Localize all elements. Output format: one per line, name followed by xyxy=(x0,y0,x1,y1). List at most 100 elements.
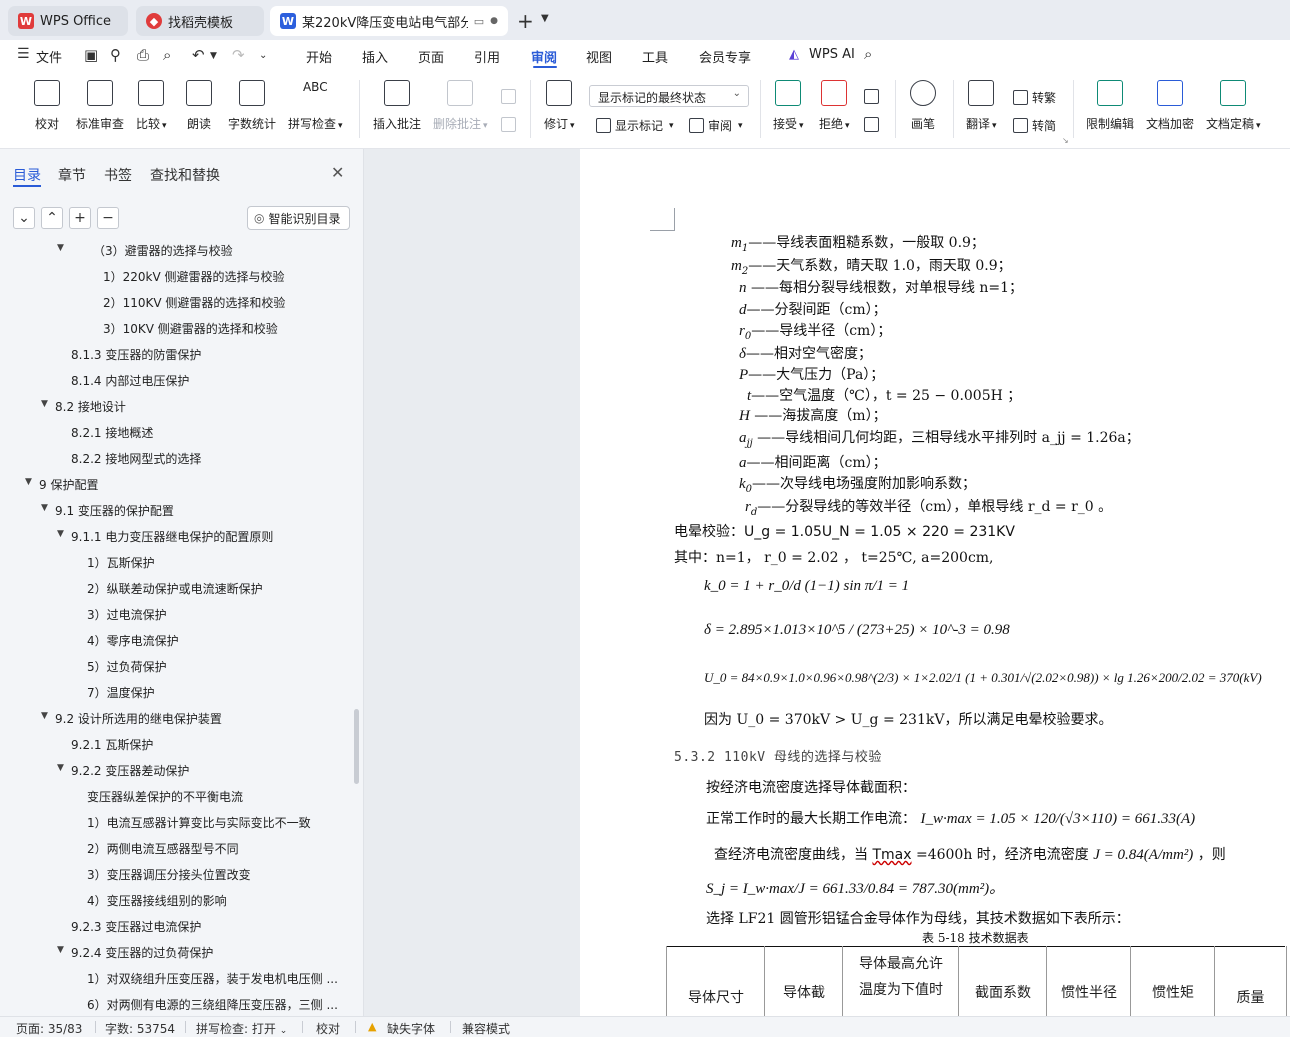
toc-item[interactable]: 1）220kV 侧避雷器的选择与校验 xyxy=(0,265,350,285)
toc-item[interactable]: 2）110KV 侧避雷器的选择和校验 xyxy=(0,291,350,311)
toc-item[interactable]: 8.1.4 内部过电压保护 xyxy=(0,369,350,389)
read-aloud-button[interactable]: 朗读 xyxy=(186,80,212,132)
word-count-button[interactable]: 字数统计 xyxy=(228,80,276,132)
tab-chapters[interactable]: 章节 xyxy=(58,165,86,185)
spellcheck-indicator[interactable]: 拼写检查: 打开 ⌄ xyxy=(196,1020,287,1037)
toc-item[interactable]: 7）温度保护 xyxy=(0,681,350,701)
next-change-button[interactable] xyxy=(864,117,879,132)
compare-button[interactable]: 比较 ▾ xyxy=(136,80,167,132)
expand-arrow-icon[interactable]: ▼ xyxy=(25,477,32,487)
print-icon[interactable]: ⎙ xyxy=(137,46,149,64)
accept-button[interactable]: 接受 ▾ xyxy=(773,80,804,132)
page-indicator[interactable]: 页面: 35/83 xyxy=(16,1020,82,1037)
share-icon[interactable]: ⚲ xyxy=(110,46,121,64)
undo-chevron-icon[interactable]: ▼ xyxy=(210,51,217,61)
search-icon[interactable]: ⌕ xyxy=(864,45,872,63)
expand-arrow-icon[interactable]: ▼ xyxy=(57,243,64,253)
to-simplified-button[interactable]: 转简 xyxy=(1013,117,1056,134)
tab-current-document[interactable]: W 某220kV降压变电站电气部分 ▭ ● xyxy=(270,6,508,36)
toc-item[interactable]: ▼ 9 保护配置 xyxy=(0,473,350,493)
expand-arrow-icon[interactable]: ▼ xyxy=(41,711,48,721)
table-header-cell[interactable]: 惯性半径 xyxy=(1046,946,1131,1016)
table-header-cell[interactable]: 导体最高允许 温度为下值时 xyxy=(842,946,959,1016)
expand-arrow-icon[interactable]: ▼ xyxy=(57,945,64,955)
menu-tools[interactable]: 工具 xyxy=(642,47,668,66)
insert-comment-button[interactable]: 插入批注 xyxy=(373,80,421,132)
table-header-cell[interactable]: 导体尺寸 xyxy=(666,946,765,1016)
add-heading-plus-icon[interactable]: + xyxy=(69,207,91,229)
table-header-cell[interactable]: 导体截 xyxy=(764,946,843,1016)
toc-item[interactable]: 8.2.1 接地概述 xyxy=(0,421,350,441)
reject-button[interactable]: 拒绝 ▾ xyxy=(819,80,850,132)
dialog-launcher-icon[interactable]: ↘ xyxy=(1062,136,1069,145)
unsaved-dot-icon[interactable]: ● xyxy=(490,16,498,26)
menu-member[interactable]: 会员专享 xyxy=(699,47,751,66)
toc-item[interactable]: 1）瓦斯保护 xyxy=(0,551,350,571)
save-icon[interactable]: ▣ xyxy=(84,46,98,64)
toc-item[interactable]: 3）变压器调压分接头位置改变 xyxy=(0,863,350,883)
show-markup-button[interactable]: 显示标记 ▾ xyxy=(596,117,674,134)
toc-item[interactable]: 1）对双绕组升压变压器，装于发电机电压侧 ... xyxy=(0,967,350,987)
toc-scrollbar[interactable] xyxy=(354,709,359,784)
menu-start[interactable]: 开始 xyxy=(306,47,332,66)
toc-item[interactable]: 4）零序电流保护 xyxy=(0,629,350,649)
menu-file[interactable]: 文件 xyxy=(36,47,62,66)
toc-item[interactable]: 3）过电流保护 xyxy=(0,603,350,623)
toc-item[interactable]: 变压器纵差保护的不平衡电流 xyxy=(0,785,350,805)
review-pane-button[interactable]: 审阅 ▾ xyxy=(689,117,743,134)
word-count-indicator[interactable]: 字数: 53754 xyxy=(105,1020,175,1037)
toc-item[interactable]: ▼ 9.1.1 电力变压器继电保护的配置原则 xyxy=(0,525,350,545)
encrypt-button[interactable]: 文档加密 xyxy=(1146,80,1194,132)
menu-wps-ai[interactable]: WPS AI xyxy=(809,47,855,62)
next-comment-button[interactable] xyxy=(501,117,516,132)
tab-docer-templates[interactable]: ◆ 找稻壳模板 xyxy=(136,6,264,36)
expand-arrow-icon[interactable]: ▼ xyxy=(57,763,64,773)
finalize-button[interactable]: 文档定稿 ▾ xyxy=(1206,80,1261,132)
tab-find-replace[interactable]: 查找和替换 xyxy=(150,165,220,185)
toc-item[interactable]: 8.1.3 变压器的防雷保护 xyxy=(0,343,350,363)
tab-list-chevron-icon[interactable]: ▼ xyxy=(541,13,549,24)
table-header-cell[interactable]: 截面系数 xyxy=(958,946,1047,1016)
toc-item[interactable]: 8.2.2 接地网型式的选择 xyxy=(0,447,350,467)
tab-toc[interactable]: 目录 xyxy=(13,165,41,185)
redo-icon[interactable]: ↷ xyxy=(232,46,245,64)
track-changes-button[interactable]: 修订 ▾ xyxy=(544,80,575,132)
tab-wps-office[interactable]: W WPS Office xyxy=(8,6,128,36)
tmax-misspelled-word[interactable]: Tmax xyxy=(872,847,911,863)
toc-item[interactable]: ▼ 9.2 设计所选用的继电保护装置 xyxy=(0,707,350,727)
menu-view[interactable]: 视图 xyxy=(586,47,612,66)
missing-font-indicator[interactable]: 缺失字体 xyxy=(387,1020,435,1037)
menu-page[interactable]: 页面 xyxy=(418,47,444,66)
expand-arrow-icon[interactable]: ▼ xyxy=(57,529,64,539)
standard-review-button[interactable]: 标准审查 xyxy=(76,80,124,132)
toc-item[interactable]: 2）两侧电流互感器型号不同 xyxy=(0,837,350,857)
hamburger-icon[interactable]: ☰ xyxy=(17,46,30,62)
menu-review[interactable]: 审阅 xyxy=(531,47,557,66)
proofread-button[interactable]: 校对 xyxy=(34,80,60,132)
toc-item[interactable]: ▼ 9.2.4 变压器的过负荷保护 xyxy=(0,941,350,961)
restrict-edit-button[interactable]: 限制编辑 xyxy=(1086,80,1134,132)
compat-mode-indicator[interactable]: 兼容模式 xyxy=(462,1020,510,1037)
toc-item[interactable]: 4）变压器接线组别的影响 xyxy=(0,889,350,909)
toc-item[interactable]: 9.2.1 瓦斯保护 xyxy=(0,733,350,753)
print-preview-icon[interactable]: ⌕ xyxy=(163,46,171,64)
to-traditional-button[interactable]: 转繁 xyxy=(1013,89,1056,106)
toc-item[interactable]: 2）纵联差动保护或电流速断保护 xyxy=(0,577,350,597)
monitor-icon[interactable]: ▭ xyxy=(474,15,484,28)
toc-item[interactable]: 3）10KV 侧避雷器的选择和校验 xyxy=(0,317,350,337)
toc-item[interactable]: 6）对两侧有电源的三绕组降压变压器，三侧 ... xyxy=(0,993,350,1013)
toc-item[interactable]: ▼ 9.2.2 变压器差动保护 xyxy=(0,759,350,779)
tab-bookmarks[interactable]: 书签 xyxy=(104,165,132,185)
menu-insert[interactable]: 插入 xyxy=(362,47,388,66)
table-header-cell[interactable]: 质量 xyxy=(1214,946,1287,1016)
remove-heading-minus-icon[interactable]: − xyxy=(97,207,119,229)
toc-item[interactable]: 9.2.3 变压器过电流保护 xyxy=(0,915,350,935)
smart-toc-button[interactable]: ◎ 智能识别目录 xyxy=(247,206,350,230)
undo-icon[interactable]: ↶ xyxy=(192,46,205,64)
expand-arrow-icon[interactable]: ▼ xyxy=(41,503,48,513)
toc-item[interactable]: ▼ 8.2 接地设计 xyxy=(0,395,350,415)
table-header-cell[interactable]: 惯性矩 xyxy=(1130,946,1215,1016)
menu-references[interactable]: 引用 xyxy=(474,47,500,66)
prev-comment-button[interactable] xyxy=(501,89,516,104)
delete-comment-button[interactable]: 删除批注 ▾ xyxy=(433,80,488,132)
